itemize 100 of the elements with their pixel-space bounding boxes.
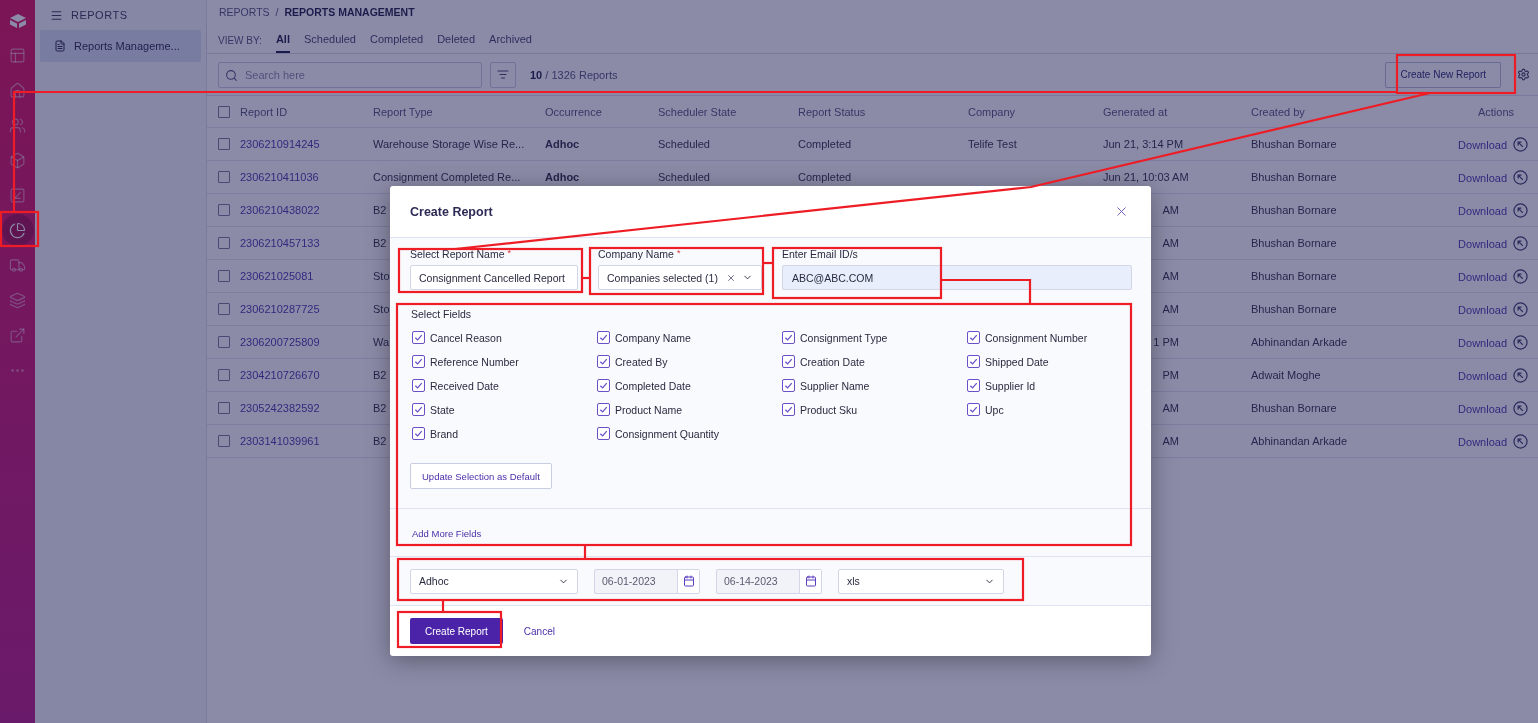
report-id-link[interactable]: 2306210287725	[240, 303, 373, 315]
update-default-button[interactable]: Update Selection as Default	[410, 463, 552, 489]
clear-icon[interactable]	[726, 272, 736, 283]
checkbox-label: Upc	[985, 403, 1004, 416]
field-checkbox[interactable]	[782, 379, 795, 392]
field-checkbox[interactable]	[412, 403, 425, 416]
filter-tab[interactable]: Archived	[489, 33, 532, 53]
report-id-link[interactable]: 2303141039961	[240, 435, 373, 447]
field-checkbox[interactable]	[597, 403, 610, 416]
download-link[interactable]: Download	[1458, 302, 1507, 316]
arrow-circle-icon[interactable]	[1513, 169, 1528, 185]
field-checkbox[interactable]	[597, 331, 610, 344]
row-checkbox[interactable]	[218, 336, 230, 348]
calendar-icon	[804, 575, 817, 587]
download-link[interactable]: Download	[1458, 434, 1507, 448]
close-icon[interactable]	[1114, 204, 1129, 219]
report-id-link[interactable]: 2304210726670	[240, 369, 373, 381]
row-checkbox[interactable]	[218, 402, 230, 414]
download-link[interactable]: Download	[1458, 170, 1507, 184]
row-checkbox[interactable]	[218, 204, 230, 216]
occurrence-select[interactable]: Adhoc	[410, 568, 578, 594]
report-id-link[interactable]: 2305242382592	[240, 402, 373, 414]
arrow-circle-icon[interactable]	[1513, 433, 1528, 449]
download-link[interactable]: Download	[1458, 269, 1507, 283]
select-all-checkbox[interactable]	[218, 105, 230, 118]
table-cell: Bhushan Bornare	[1251, 204, 1337, 216]
table-cell: Sto	[373, 303, 390, 315]
field-checkbox[interactable]	[412, 331, 425, 344]
leader-line	[441, 600, 445, 612]
arrow-circle-icon[interactable]	[1513, 301, 1528, 317]
field-label: Company Name	[598, 248, 674, 260]
add-fields-link[interactable]: Add More Fields	[412, 526, 482, 539]
checkbox-label: State	[430, 403, 455, 416]
report-name-select[interactable]: Consignment Cancelled Report	[410, 265, 578, 290]
format-select[interactable]: xls	[838, 568, 1004, 594]
filter-tab[interactable]: Completed	[369, 33, 424, 53]
cancel-link[interactable]: Cancel	[523, 625, 555, 637]
row-checkbox[interactable]	[218, 237, 230, 249]
leader-line	[763, 261, 773, 265]
report-id-link[interactable]: 2306210457133	[240, 237, 373, 249]
arrow-circle-icon[interactable]	[1513, 268, 1528, 284]
field-checkbox[interactable]	[967, 403, 980, 416]
row-checkbox[interactable]	[218, 369, 230, 381]
field-checkbox[interactable]	[967, 355, 980, 368]
filter-icon	[497, 68, 509, 81]
field-checkbox[interactable]	[412, 427, 425, 440]
field-checkbox[interactable]	[597, 355, 610, 368]
table-cell: Bhushan Bornare	[1251, 237, 1337, 249]
report-id-link[interactable]: 2306210438022	[240, 204, 373, 216]
email-input-field[interactable]: ABC@ABC.COM	[782, 265, 1132, 290]
filter-tab[interactable]: Deleted	[437, 33, 476, 53]
checkbox-label: Creation Date	[800, 355, 865, 368]
sidebar-item[interactable]: Reports Manageme...	[40, 30, 201, 62]
table-cell: AM	[1162, 303, 1179, 315]
field-checkbox[interactable]	[782, 355, 795, 368]
create-report-button[interactable]: Create New Report	[1385, 61, 1501, 88]
report-id-link[interactable]: 2306210914245	[240, 138, 373, 150]
field-checkbox[interactable]	[782, 331, 795, 344]
required-mark: *	[676, 248, 681, 258]
download-link[interactable]: Download	[1458, 236, 1507, 250]
field-checkbox[interactable]	[967, 331, 980, 344]
field-checkbox[interactable]	[597, 427, 610, 440]
pie-chart-icon[interactable]	[9, 221, 26, 239]
report-id-link[interactable]: 2306200725809	[240, 336, 373, 348]
field-checkbox[interactable]	[412, 379, 425, 392]
checkbox-label: Supplier Id	[985, 379, 1036, 392]
row-checkbox[interactable]	[218, 435, 230, 447]
arrow-circle-icon[interactable]	[1513, 235, 1528, 251]
report-id-link[interactable]: 230621025081	[240, 270, 373, 282]
breadcrumb-item[interactable]: REPORTS	[219, 5, 270, 18]
download-link[interactable]: Download	[1458, 203, 1507, 217]
table-cell: Scheduled	[658, 138, 710, 150]
table-cell: Bhushan Bornare	[1251, 270, 1337, 282]
column-header: Company	[968, 105, 1017, 118]
settings-icon[interactable]	[1517, 68, 1530, 81]
row-checkbox[interactable]	[218, 303, 230, 315]
arrow-circle-icon[interactable]	[1513, 400, 1528, 416]
create-report-button[interactable]: Create Report	[410, 618, 503, 644]
menu-icon[interactable]	[50, 8, 63, 22]
company-select[interactable]: Companies selected (1)	[598, 265, 762, 290]
download-link[interactable]: Download	[1458, 335, 1507, 349]
filter-tab[interactable]: All	[275, 33, 290, 53]
field-checkbox[interactable]	[782, 403, 795, 416]
arrow-circle-icon[interactable]	[1513, 202, 1528, 218]
row-checkbox[interactable]	[218, 171, 230, 183]
row-checkbox[interactable]	[218, 270, 230, 282]
download-link[interactable]: Download	[1458, 137, 1507, 151]
field-checkbox[interactable]	[967, 379, 980, 392]
report-id-link[interactable]: 2306210411036	[240, 171, 373, 183]
filter-tab[interactable]: Scheduled	[303, 33, 356, 53]
download-link[interactable]: Download	[1458, 401, 1507, 415]
arrow-circle-icon[interactable]	[1513, 334, 1528, 350]
download-link[interactable]: Download	[1458, 368, 1507, 382]
arrow-circle-icon[interactable]	[1513, 136, 1528, 152]
search-field[interactable]: Search here	[218, 61, 482, 88]
row-checkbox[interactable]	[218, 138, 230, 150]
table-cell: B2	[373, 369, 387, 381]
field-checkbox[interactable]	[412, 355, 425, 368]
arrow-circle-icon[interactable]	[1513, 367, 1528, 383]
field-checkbox[interactable]	[597, 379, 610, 392]
